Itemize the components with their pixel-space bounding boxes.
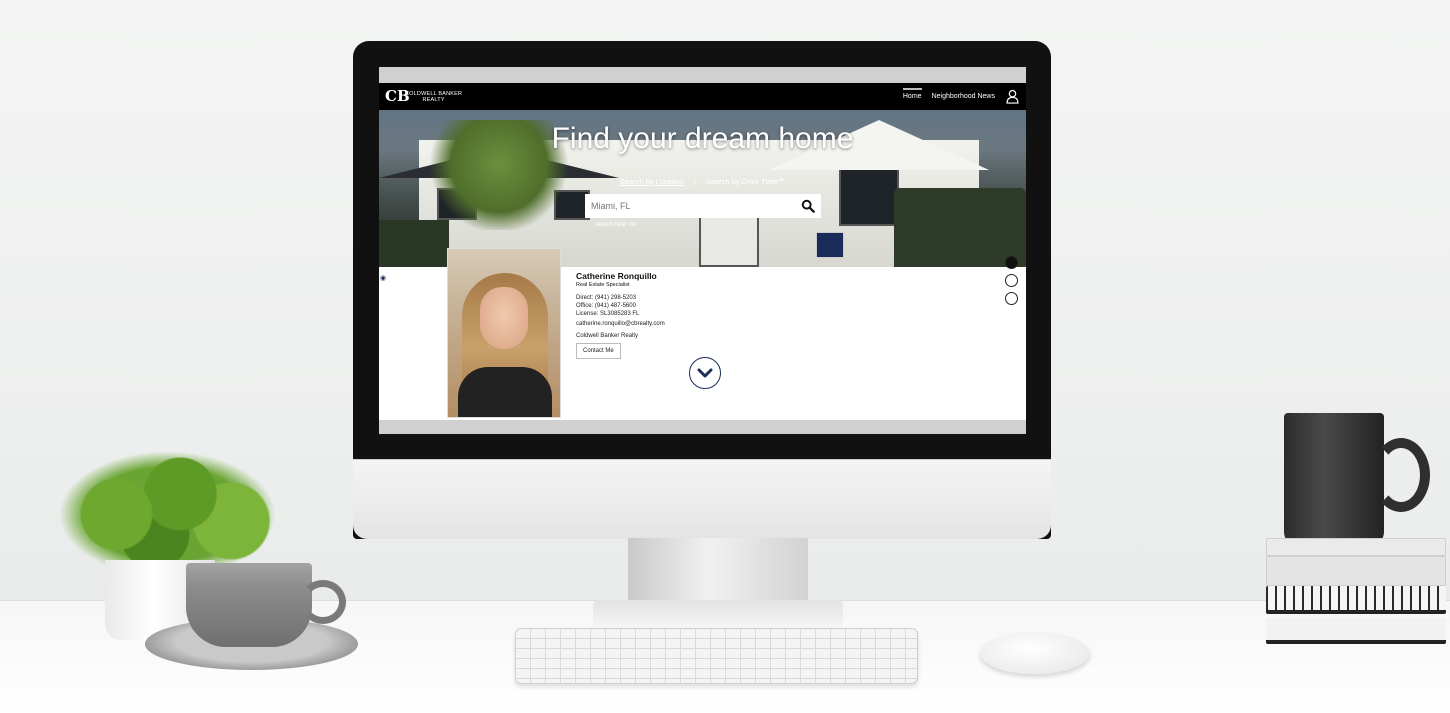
carousel-dot-3[interactable] bbox=[1005, 292, 1018, 305]
hero-title: Find your dream home bbox=[551, 122, 854, 155]
carousel-dot-2[interactable] bbox=[1005, 274, 1018, 287]
search-near-me-link[interactable]: search near me bbox=[595, 222, 637, 228]
spiral-notebook bbox=[1266, 586, 1446, 614]
book bbox=[1266, 538, 1446, 556]
agent-photo-shirt bbox=[458, 367, 552, 417]
agent-photo-face bbox=[480, 287, 528, 349]
navbar: CB COLDWELL BANKER REALTY Home Neighborh… bbox=[379, 83, 1026, 110]
hedge-image bbox=[379, 220, 449, 267]
keyboard-image bbox=[515, 628, 918, 684]
slider-prev-dot[interactable]: ◉ bbox=[380, 274, 386, 282]
mug-image bbox=[1284, 413, 1384, 546]
monitor-stand-base bbox=[593, 600, 843, 630]
brand-logo[interactable]: CB COLDWELL BANKER REALTY bbox=[385, 88, 462, 105]
nav-links: Home Neighborhood News bbox=[902, 88, 1020, 104]
user-icon[interactable] bbox=[1005, 89, 1020, 104]
tab-search-by-drive-time[interactable]: Search by Drive Time℠ bbox=[706, 177, 785, 186]
agent-direct-phone[interactable]: Direct: (941) 298-5203 bbox=[576, 295, 665, 301]
scroll-down-button[interactable] bbox=[689, 357, 721, 389]
book-stack bbox=[1266, 538, 1446, 648]
agent-name[interactable]: Catherine Ronquillo bbox=[576, 271, 665, 281]
tab-separator: | bbox=[693, 177, 696, 186]
agent-office-phone[interactable]: Office: (941) 487-5600 bbox=[576, 303, 665, 309]
logo-mark: CB bbox=[385, 87, 410, 105]
agent-panel: ◉ Catherine Ronquillo Real Estate Specia… bbox=[379, 248, 1026, 420]
agent-info: Catherine Ronquillo Real Estate Speciali… bbox=[576, 271, 665, 359]
book bbox=[1266, 556, 1446, 586]
hero-banner: Find your dream home Search by Location … bbox=[379, 110, 1026, 267]
logo-text: COLDWELL BANKER REALTY bbox=[405, 91, 462, 103]
screen-bottom-bar bbox=[379, 420, 1026, 434]
search-input[interactable] bbox=[591, 201, 801, 211]
agent-license: License: SL3085283 FL bbox=[576, 311, 640, 317]
plant-image bbox=[40, 440, 295, 575]
cup-handle bbox=[300, 580, 346, 624]
mug-handle bbox=[1372, 438, 1430, 512]
agent-email[interactable]: catherine.ronquillo@cbrealty.com bbox=[576, 321, 665, 327]
monitor-stand bbox=[628, 538, 808, 608]
agent-title: Real Estate Specialist bbox=[576, 282, 630, 288]
chevron-down-icon bbox=[697, 368, 713, 378]
screen-top-bar bbox=[379, 67, 1026, 83]
carousel-dots bbox=[1005, 256, 1018, 305]
logo-line2: REALTY bbox=[422, 96, 445, 103]
yard-sign bbox=[816, 232, 844, 258]
nav-home[interactable]: Home bbox=[902, 88, 922, 100]
mouse-image bbox=[980, 632, 1090, 674]
agent-photo bbox=[447, 248, 561, 418]
search-box bbox=[585, 194, 821, 218]
contact-me-button[interactable]: Contact Me bbox=[576, 343, 621, 359]
notebook bbox=[1266, 618, 1446, 644]
search-tabs: Search by Location | Search by Drive Tim… bbox=[379, 177, 1026, 186]
monitor-chin bbox=[353, 459, 1051, 539]
screen: CB COLDWELL BANKER REALTY Home Neighborh… bbox=[379, 67, 1026, 434]
search-icon[interactable] bbox=[801, 199, 815, 213]
carousel-dot-1[interactable] bbox=[1005, 256, 1018, 269]
logo-line1: COLDWELL BANKER bbox=[405, 90, 463, 97]
nav-neighborhood-news[interactable]: Neighborhood News bbox=[932, 93, 995, 100]
tab-search-by-location[interactable]: Search by Location bbox=[620, 177, 684, 186]
cup-image bbox=[186, 563, 312, 647]
agent-company: Coldwell Banker Realty bbox=[576, 333, 639, 339]
